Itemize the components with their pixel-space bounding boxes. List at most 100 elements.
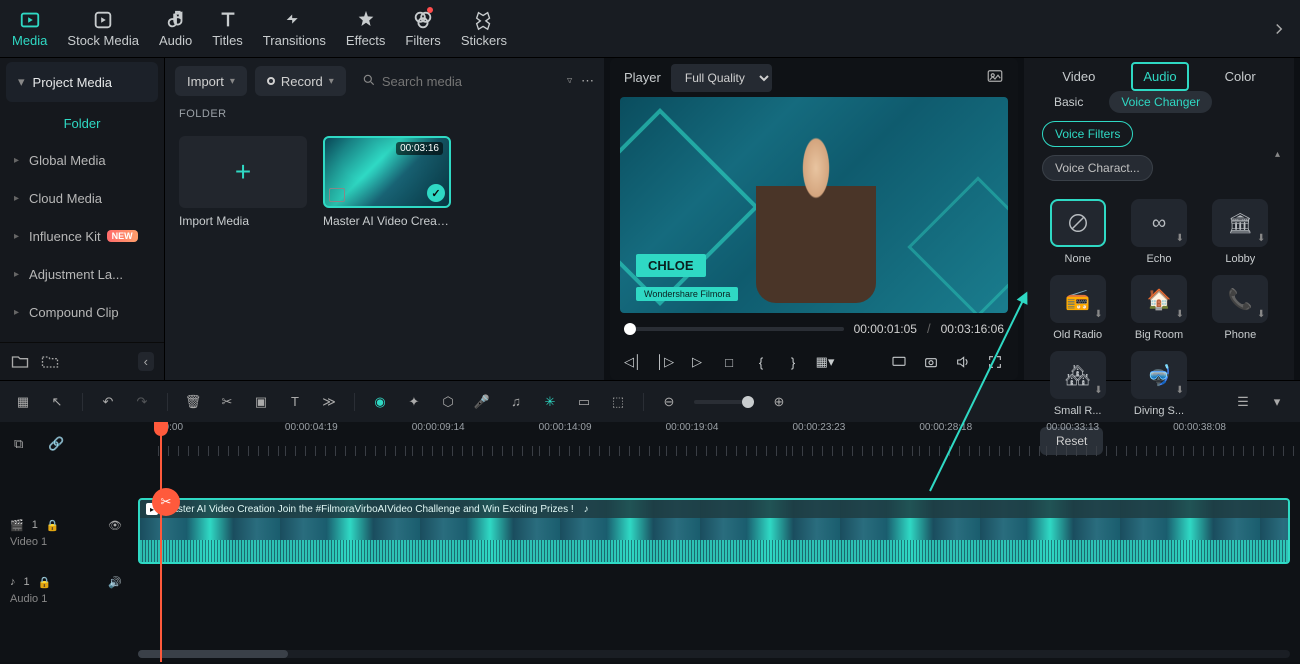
- marker-icon[interactable]: ✳: [541, 393, 559, 411]
- tab-stickers[interactable]: Stickers: [461, 9, 507, 48]
- timeline-ruler[interactable]: 00:00 00:00:04:19 00:00:09:14 00:00:14:0…: [132, 422, 1300, 456]
- rp-tab-audio[interactable]: Audio: [1131, 62, 1188, 91]
- speaker-icon[interactable]: 🔊: [108, 576, 122, 589]
- quality-select[interactable]: Full Quality: [671, 64, 772, 92]
- mic-icon[interactable]: 🎤: [473, 393, 491, 411]
- crop-icon[interactable]: ▣: [252, 393, 270, 411]
- tab-audio[interactable]: Audio: [159, 9, 192, 48]
- audio-track-header[interactable]: ♪1🔒🔊 Audio 1: [0, 568, 132, 612]
- music-icon[interactable]: ♫: [507, 393, 525, 411]
- record-dropdown[interactable]: Record▾: [255, 66, 346, 96]
- aspect-icon[interactable]: ⬚: [609, 393, 627, 411]
- tab-effects[interactable]: Effects: [346, 9, 386, 48]
- fx-phone[interactable]: 📞⬇Phone: [1205, 275, 1276, 341]
- track-stack-icon[interactable]: ⧉: [14, 436, 23, 452]
- ai-icon[interactable]: ◉: [371, 393, 389, 411]
- import-media-tile[interactable]: + Import Media: [179, 136, 307, 228]
- ratio-dropdown[interactable]: ▦▾: [816, 353, 834, 371]
- fx-old-radio[interactable]: 📻⬇Old Radio: [1042, 275, 1113, 341]
- zoom-out-icon[interactable]: ⊖: [660, 393, 678, 411]
- zoom-in-icon[interactable]: ⊕: [770, 393, 788, 411]
- timeline-clip[interactable]: ▸Master AI Video Creation Join the #Film…: [138, 498, 1290, 564]
- playhead-handle[interactable]: [154, 422, 168, 436]
- settings-dropdown-icon[interactable]: ▾: [1268, 393, 1286, 411]
- mark-out-icon[interactable]: }: [784, 353, 802, 371]
- cursor-icon[interactable]: ↖: [48, 393, 66, 411]
- zoom-slider[interactable]: [694, 400, 754, 404]
- mark-in-icon[interactable]: {: [752, 353, 770, 371]
- fx-diving-suit[interactable]: 🤿⬇Diving S...: [1123, 351, 1194, 417]
- subtab-voice-changer[interactable]: Voice Changer: [1109, 91, 1212, 113]
- pill-voice-characters[interactable]: Voice Charact...: [1042, 155, 1153, 181]
- sidebar-item-adjustment-layer[interactable]: ▸Adjustment La...: [0, 255, 164, 293]
- fx-small-room[interactable]: 🏘⬇Small R...: [1042, 351, 1113, 417]
- subtab-basic[interactable]: Basic: [1042, 91, 1095, 113]
- rp-tab-color[interactable]: Color: [1215, 64, 1266, 89]
- zoom-knob[interactable]: [742, 396, 754, 408]
- play-icon[interactable]: ▷: [688, 353, 706, 371]
- sparkle-icon[interactable]: ✦: [405, 393, 423, 411]
- undo-icon[interactable]: ↶: [99, 393, 117, 411]
- cut-icon[interactable]: ✂: [218, 393, 236, 411]
- snapshot-icon[interactable]: [986, 67, 1004, 88]
- timeline-scrollbar[interactable]: [138, 650, 1290, 658]
- import-dropdown[interactable]: Import▾: [175, 66, 247, 96]
- rp-tab-video[interactable]: Video: [1052, 64, 1105, 89]
- eye-icon[interactable]: 👁: [108, 519, 122, 532]
- list-icon[interactable]: ☰: [1234, 393, 1252, 411]
- preview-viewport[interactable]: CHLOE Wondershare Filmora: [620, 97, 1008, 312]
- tab-titles[interactable]: Titles: [212, 9, 243, 48]
- frame-icon[interactable]: ▭: [575, 393, 593, 411]
- download-icon: ⬇: [1094, 309, 1102, 320]
- redo-icon[interactable]: ↷: [133, 393, 151, 411]
- next-frame-icon[interactable]: │▷: [656, 353, 674, 371]
- camera-icon[interactable]: [922, 353, 940, 371]
- sidebar-item-global-media[interactable]: ▸Global Media: [0, 141, 164, 179]
- fx-lobby[interactable]: 🏛⬇Lobby: [1205, 199, 1276, 265]
- more-tools-icon[interactable]: ≫: [320, 393, 338, 411]
- search-input[interactable]: [382, 74, 558, 89]
- link-icon[interactable]: 🔗: [48, 436, 64, 452]
- clip-audio-icon: ♪: [584, 504, 589, 515]
- lock-icon[interactable]: 🔒: [38, 576, 52, 589]
- sidebar-item-compound-clip[interactable]: ▸Compound Clip: [0, 293, 164, 331]
- small-room-icon: 🏘⬇: [1050, 351, 1106, 399]
- folder-label[interactable]: Folder: [0, 106, 164, 141]
- sidebar-item-influence-kit[interactable]: ▸Influence KitNEW: [0, 217, 164, 255]
- fx-none[interactable]: None: [1042, 199, 1113, 265]
- stop-icon[interactable]: □: [720, 353, 738, 371]
- collapse-caret-icon[interactable]: ▴: [1275, 149, 1280, 160]
- video-track-header[interactable]: 🎬1🔒👁 Video 1: [0, 498, 132, 568]
- tab-stock-media[interactable]: Stock Media: [67, 9, 139, 48]
- scrub-knob[interactable]: [624, 323, 636, 335]
- tab-filters[interactable]: Filters: [405, 9, 440, 48]
- collapse-sidebar-button[interactable]: ‹: [138, 352, 154, 371]
- player-label: Player: [624, 70, 661, 85]
- delete-icon[interactable]: 🗑: [184, 393, 202, 411]
- fx-big-room[interactable]: 🏠⬇Big Room: [1123, 275, 1194, 341]
- new-folder-icon[interactable]: [10, 352, 30, 372]
- more-options-icon[interactable]: ⋯: [581, 71, 594, 91]
- text-icon[interactable]: T: [286, 393, 304, 411]
- tab-transitions[interactable]: Transitions: [263, 9, 326, 48]
- project-media-header[interactable]: ▾Project Media: [6, 62, 158, 102]
- fullscreen-icon[interactable]: [986, 353, 1004, 371]
- playhead[interactable]: [160, 422, 162, 662]
- scrub-track[interactable]: [624, 327, 844, 331]
- more-tabs-chevron[interactable]: [1270, 20, 1288, 38]
- volume-icon[interactable]: [954, 353, 972, 371]
- media-clip-tile[interactable]: 00:03:16 ✓ Master AI Video Creati...: [323, 136, 451, 228]
- sidebar-item-cloud-media[interactable]: ▸Cloud Media: [0, 179, 164, 217]
- lock-icon[interactable]: 🔒: [46, 519, 60, 532]
- filter-icon[interactable]: [566, 71, 573, 91]
- new-folder-plus-icon[interactable]: [40, 352, 60, 372]
- fx-echo[interactable]: ∞⬇Echo: [1123, 199, 1194, 265]
- current-time: 00:00:01:05: [854, 322, 917, 336]
- tab-media[interactable]: Media: [12, 9, 47, 48]
- shield-icon[interactable]: ⬡: [439, 393, 457, 411]
- pill-voice-filters[interactable]: Voice Filters: [1042, 121, 1133, 147]
- prev-frame-icon[interactable]: ◁│: [624, 353, 642, 371]
- scissor-marker[interactable]: ✂: [152, 488, 180, 516]
- grid-icon[interactable]: ▦: [14, 393, 32, 411]
- display-icon[interactable]: [890, 353, 908, 371]
